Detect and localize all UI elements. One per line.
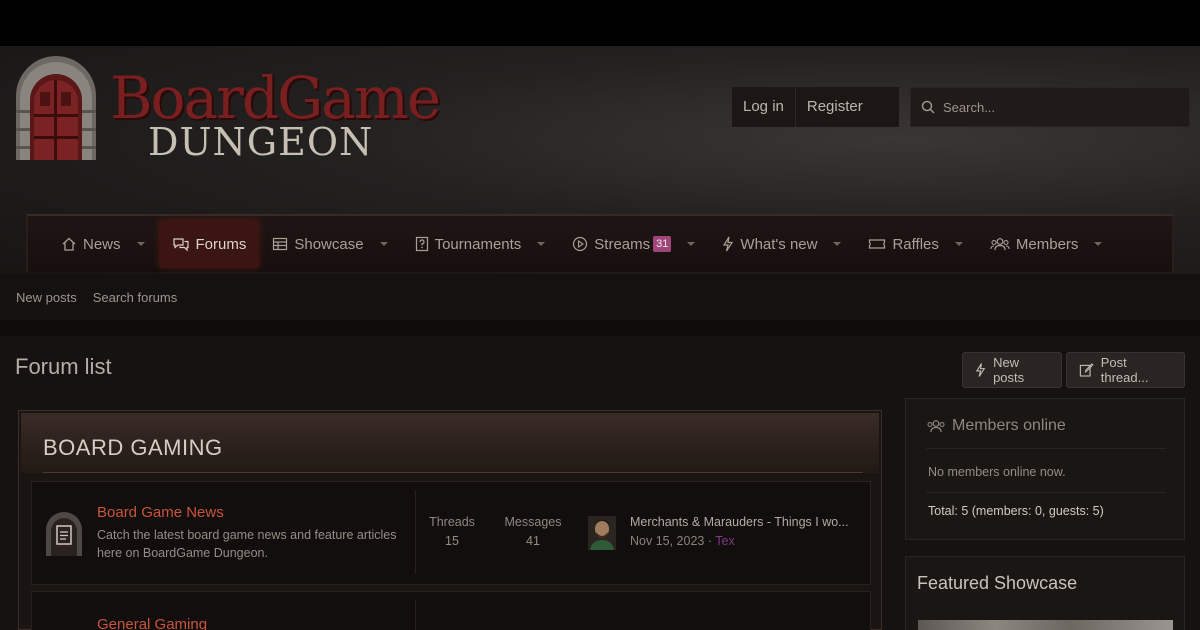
nav-item-label: What's new <box>740 235 818 253</box>
chevron-down-icon[interactable] <box>136 241 146 247</box>
avatar[interactable] <box>588 516 616 550</box>
page-title: Forum list <box>15 354 112 379</box>
chevron-down-icon[interactable] <box>536 241 546 247</box>
users-icon <box>990 237 1010 251</box>
forum-description: Catch the latest board game news and fea… <box>97 528 397 560</box>
nav-item-label: Forums <box>195 235 247 253</box>
post-thread-button[interactable]: Post thread... <box>1066 352 1185 388</box>
search-box[interactable] <box>910 87 1190 127</box>
subnav-new-posts-link[interactable]: New posts <box>16 290 77 305</box>
nav-item-streams[interactable]: Streams 31 <box>559 220 709 268</box>
play-circle-icon <box>572 236 588 252</box>
chevron-down-icon[interactable] <box>686 241 696 247</box>
nav-item-tournaments[interactable]: Tournaments <box>402 220 560 268</box>
question-book-icon <box>415 236 429 252</box>
category-divider <box>43 472 863 473</box>
chevron-down-icon[interactable] <box>379 241 389 247</box>
logo-word-dungeon: DUNGEON <box>148 120 374 164</box>
home-icon <box>61 236 77 252</box>
featured-showcase-thumbnail[interactable] <box>918 620 1173 630</box>
nav-item-label: News <box>83 235 121 253</box>
nav-item-forums[interactable]: Forums <box>158 220 260 268</box>
category-title[interactable]: BOARD GAMING <box>43 435 223 461</box>
nav-item-label: Streams <box>594 235 651 253</box>
threads-label: Threads <box>429 515 475 529</box>
latest-post-date[interactable]: Nov 15, 2023 <box>630 534 704 548</box>
login-button[interactable]: Log in <box>732 87 795 127</box>
bolt-icon <box>975 363 986 377</box>
chevron-down-icon[interactable] <box>1093 241 1103 247</box>
forum-title-link[interactable]: General Gaming <box>97 616 207 630</box>
members-online-divider <box>926 492 1166 493</box>
streams-count-badge: 31 <box>653 236 672 252</box>
forum-row-divider <box>415 490 416 574</box>
forum-row-divider <box>415 600 416 630</box>
messages-label: Messages <box>504 515 562 529</box>
members-online-block: Members online No members online now. To… <box>905 398 1185 540</box>
threads-count: 15 <box>445 534 459 548</box>
members-online-empty-text: No members online now. <box>928 465 1066 479</box>
nav-item-members[interactable]: Members <box>977 220 1117 268</box>
search-icon <box>921 100 935 114</box>
forum-title-link[interactable]: Board Game News <box>97 504 224 521</box>
nav-item-label: Tournaments <box>434 235 522 253</box>
nav-item-raffles[interactable]: Raffles <box>855 220 976 268</box>
nav-item-news[interactable]: News <box>48 220 159 268</box>
comments-icon <box>172 236 190 252</box>
chevron-down-icon[interactable] <box>954 241 964 247</box>
site-logo[interactable]: BoardGame DUNGEON <box>10 54 441 166</box>
ticket-icon <box>868 237 886 251</box>
top-black-bar <box>0 0 1200 46</box>
nav-item-showcase[interactable]: Showcase <box>259 220 401 268</box>
bolt-icon <box>722 236 734 252</box>
post-thread-button-label: Post thread... <box>1100 355 1149 385</box>
main-navigation: News Forums Showcase Tournaments Streams <box>26 214 1174 272</box>
featured-showcase-title[interactable]: Featured Showcase <box>917 573 1077 594</box>
auth-group: Log in Register <box>732 87 899 127</box>
members-online-total: Total: 5 (members: 0, guests: 5) <box>928 504 1104 518</box>
latest-post-meta: Nov 15, 2023 · Tex <box>630 534 735 548</box>
members-online-title[interactable]: Members online <box>926 417 1066 435</box>
nav-item-label: Members <box>1015 235 1079 253</box>
latest-post-user-link[interactable]: Tex <box>715 534 734 548</box>
edit-icon <box>1079 363 1094 377</box>
latest-thread-link[interactable]: Merchants & Marauders - Things I wo... <box>630 515 858 529</box>
messages-count: 41 <box>526 534 540 548</box>
new-posts-button-label: New posts <box>993 355 1025 385</box>
chevron-down-icon[interactable] <box>832 241 842 247</box>
nav-item-label: Raffles <box>892 235 939 253</box>
members-online-divider <box>926 448 1166 449</box>
search-input[interactable] <box>943 99 1173 115</box>
forum-row: General Gaming <box>31 591 871 630</box>
nav-item-whats-new[interactable]: What's new <box>709 220 855 268</box>
forum-row: Board Game News Catch the latest board g… <box>31 481 871 585</box>
register-button[interactable]: Register <box>796 87 899 127</box>
category-board-gaming: BOARD GAMING Board Game News Catch the l… <box>18 410 882 630</box>
nav-item-label: Showcase <box>294 235 364 253</box>
sub-navigation: New posts Search forums <box>0 274 1200 320</box>
dungeon-door-icon <box>10 56 102 160</box>
forum-door-icon <box>44 512 84 561</box>
users-icon <box>927 420 945 433</box>
showcase-icon <box>272 237 288 251</box>
subnav-search-forums-link[interactable]: Search forums <box>93 290 178 305</box>
new-posts-button[interactable]: New posts <box>962 352 1062 388</box>
category-header: BOARD GAMING <box>21 413 879 473</box>
meta-separator: · <box>707 534 713 548</box>
members-online-title-label: Members online <box>952 417 1066 434</box>
